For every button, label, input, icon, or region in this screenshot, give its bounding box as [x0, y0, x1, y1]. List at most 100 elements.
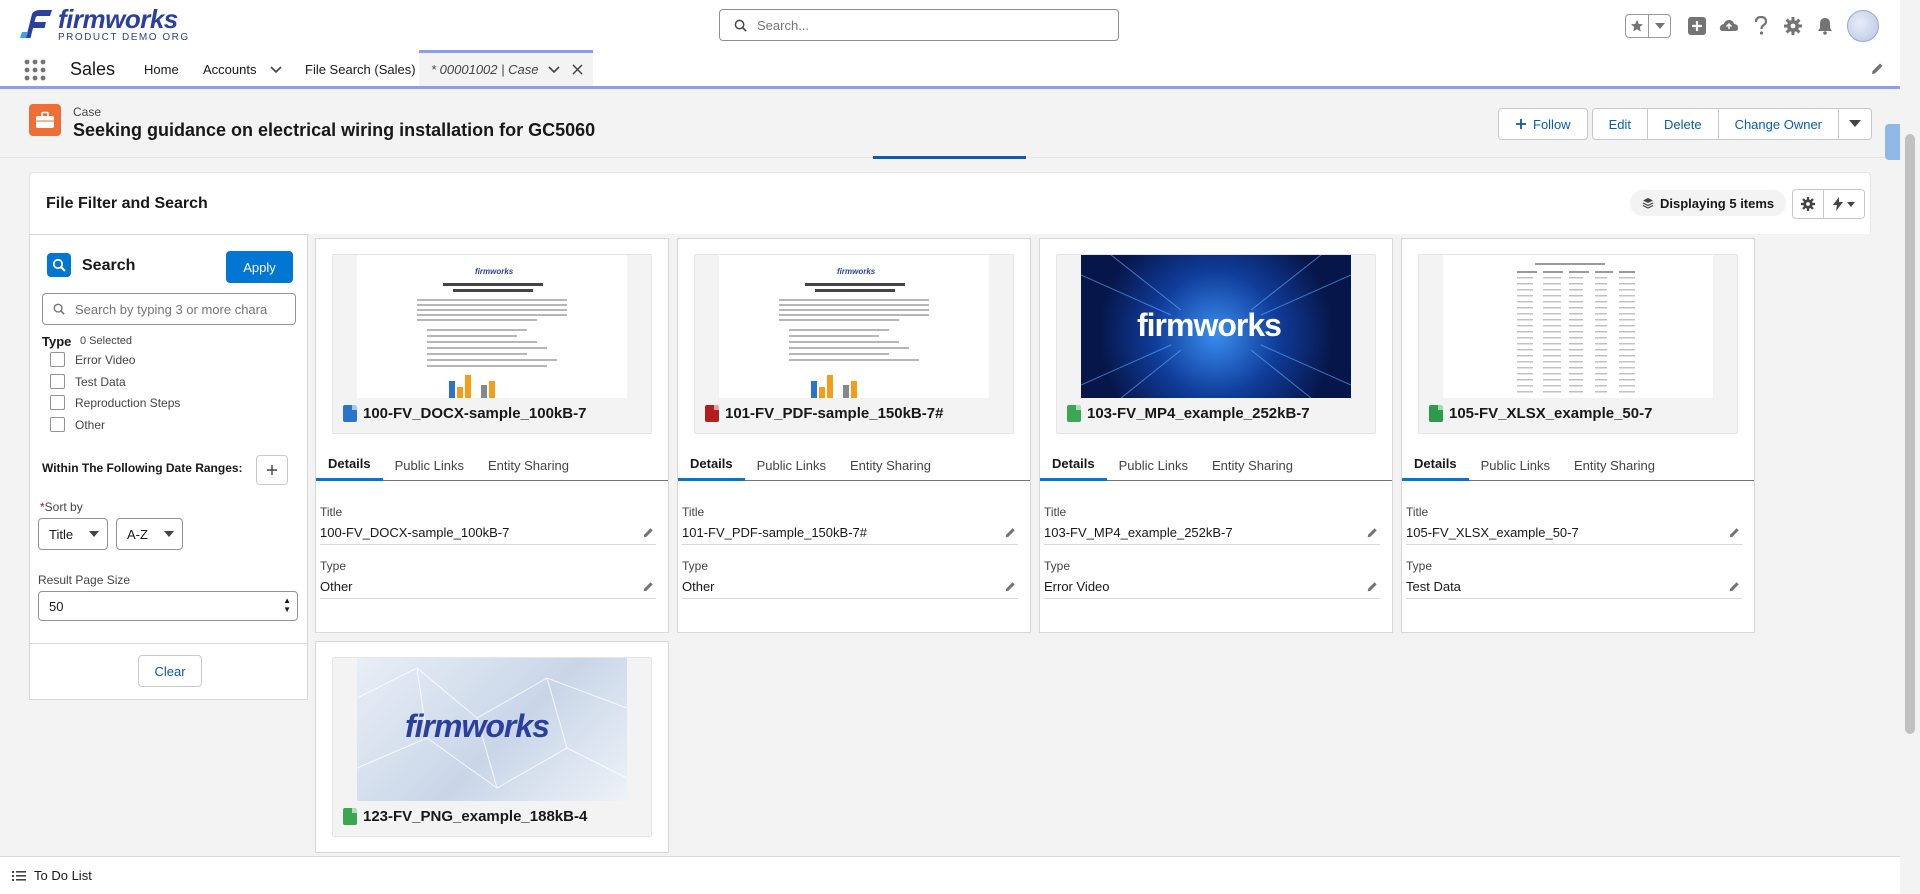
tab-entity-sharing[interactable]: Entity Sharing: [838, 449, 943, 481]
file-name-row[interactable]: 103-FV_MP4_example_252kB-7: [1067, 405, 1310, 422]
file-tabs: Details Public Links Entity Sharing: [1402, 449, 1754, 481]
help-icon[interactable]: [1745, 12, 1777, 40]
follow-button[interactable]: Follow: [1498, 108, 1588, 140]
nav-item-file-search[interactable]: File Search (Sales): [305, 62, 416, 77]
type-option-label: Error Video: [75, 352, 136, 367]
edit-pencil-icon[interactable]: [1004, 527, 1016, 539]
change-owner-button[interactable]: Change Owner: [1718, 108, 1840, 140]
tab-details[interactable]: Details: [316, 449, 383, 481]
chevron-down-icon[interactable]: [270, 65, 283, 74]
divider: [30, 643, 307, 644]
file-preview[interactable]: firmworks 101-FV_PDF-sample_150kB-7#: [694, 254, 1014, 434]
close-icon[interactable]: [572, 64, 583, 75]
image-thumbnail: firmworks: [357, 658, 627, 801]
spreadsheet-grid-graphic: [1517, 263, 1635, 393]
more-actions-button[interactable]: [1839, 108, 1873, 140]
quick-actions-button[interactable]: [1823, 189, 1865, 219]
checkbox[interactable]: [50, 417, 65, 432]
result-page-size-value: 50: [49, 598, 64, 614]
user-avatar[interactable]: [1847, 10, 1879, 42]
page-size-stepper[interactable]: ▲ ▼: [283, 596, 291, 614]
side-panel-toggle[interactable]: [1885, 124, 1900, 160]
tab-details[interactable]: Details: [1402, 449, 1469, 481]
file-name-row[interactable]: 100-FV_DOCX-sample_100kB-7: [343, 405, 586, 422]
edit-pencil-icon[interactable]: [642, 527, 654, 539]
file-preview[interactable]: firmworks 100-FV_DOCX-sample_100kB-7: [332, 254, 652, 434]
delete-button[interactable]: Delete: [1647, 108, 1719, 140]
type-option-error-video[interactable]: Error Video: [50, 352, 135, 367]
tab-entity-sharing[interactable]: Entity Sharing: [1200, 449, 1305, 481]
sort-by-label: *Sort by: [40, 500, 83, 514]
tab-details[interactable]: Details: [678, 449, 745, 481]
file-name-row[interactable]: 101-FV_PDF-sample_150kB-7#: [705, 405, 943, 422]
tab-label: * 00001002 | Case: [431, 62, 539, 77]
brand-logo[interactable]: firmworks PRODUCT DEMO ORG: [20, 6, 190, 43]
type-option-other[interactable]: Other: [50, 417, 105, 432]
result-page-size-input[interactable]: 50 ▲ ▼: [38, 591, 298, 621]
chevron-down-icon[interactable]: [548, 65, 560, 74]
edit-pencil-icon[interactable]: [1004, 581, 1016, 593]
tab-entity-sharing[interactable]: Entity Sharing: [1562, 449, 1667, 481]
title-field: 101-FV_PDF-sample_150kB-7#: [682, 525, 1018, 545]
tab-case-00001002[interactable]: * 00001002 | Case: [419, 50, 593, 86]
file-name-row[interactable]: 123-FV_PNG_example_188kB-4: [343, 808, 587, 825]
app-launcher-icon[interactable]: [24, 59, 46, 81]
gear-icon: [1801, 197, 1815, 211]
global-search-input[interactable]: [755, 16, 1095, 34]
tab-public-links[interactable]: Public Links: [745, 449, 838, 481]
layers-icon: [1642, 197, 1654, 209]
sort-order-select[interactable]: A-Z: [116, 518, 183, 550]
edit-button[interactable]: Edit: [1591, 108, 1648, 140]
favorites-dropdown-icon[interactable]: [1648, 15, 1670, 37]
nav-item-home[interactable]: Home: [144, 62, 179, 77]
filter-search-box[interactable]: [42, 293, 296, 325]
clear-button[interactable]: Clear: [138, 655, 202, 687]
trailhead-icon[interactable]: [1713, 12, 1745, 40]
tab-details[interactable]: Details: [1040, 449, 1107, 481]
file-card: firmworks 123-FV_PNG_example_188kB-4: [315, 641, 669, 853]
plus-icon: [267, 465, 277, 475]
file-preview[interactable]: 105-FV_XLSX_example_50-7: [1418, 254, 1738, 434]
filter-search-input[interactable]: [73, 300, 288, 318]
tab-public-links[interactable]: Public Links: [383, 449, 476, 481]
sort-field-select[interactable]: Title: [38, 518, 108, 550]
edit-pencil-icon[interactable]: [1366, 581, 1378, 593]
edit-pencil-icon[interactable]: [1366, 527, 1378, 539]
type-option-test-data[interactable]: Test Data: [50, 374, 126, 389]
plus-icon: [1516, 119, 1526, 129]
file-name-row[interactable]: 105-FV_XLSX_example_50-7: [1429, 405, 1652, 422]
chevron-down-icon: [1849, 120, 1862, 127]
setup-gear-icon[interactable]: [1777, 12, 1809, 40]
favorite-star-icon[interactable]: [1626, 15, 1648, 37]
page-scrollbar[interactable]: [1900, 124, 1920, 894]
tab-public-links[interactable]: Public Links: [1107, 449, 1200, 481]
apply-button[interactable]: Apply: [226, 251, 293, 283]
global-create-icon[interactable]: [1681, 12, 1713, 40]
xlsx-file-icon: [1429, 405, 1443, 422]
edit-pencil-icon[interactable]: [642, 581, 654, 593]
global-search-box[interactable]: [719, 9, 1119, 41]
file-name: 105-FV_XLSX_example_50-7: [1449, 405, 1653, 422]
checkbox[interactable]: [50, 352, 65, 367]
edit-pencil-icon[interactable]: [1728, 527, 1740, 539]
notifications-bell-icon[interactable]: [1809, 12, 1841, 40]
edit-nav-pencil-icon[interactable]: [1870, 62, 1884, 76]
title-field: 103-FV_MP4_example_252kB-7: [1044, 525, 1380, 545]
scrollbar-thumb[interactable]: [1905, 134, 1915, 734]
brand-subtitle: PRODUCT DEMO ORG: [58, 32, 190, 43]
file-name: 101-FV_PDF-sample_150kB-7#: [725, 405, 944, 422]
checkbox[interactable]: [50, 395, 65, 410]
type-option-reproduction-steps[interactable]: Reproduction Steps: [50, 395, 180, 410]
settings-button[interactable]: [1792, 189, 1824, 219]
edit-pencil-icon[interactable]: [1728, 581, 1740, 593]
checkbox[interactable]: [50, 374, 65, 389]
file-preview[interactable]: firmworks 103-FV_MP4_example_252kB-7: [1056, 254, 1376, 434]
file-preview[interactable]: firmworks 123-FV_PNG_example_188kB-4: [332, 657, 652, 837]
tab-public-links[interactable]: Public Links: [1469, 449, 1562, 481]
nav-item-accounts[interactable]: Accounts: [203, 62, 283, 77]
todo-list-item[interactable]: To Do List: [12, 868, 92, 883]
tab-entity-sharing[interactable]: Entity Sharing: [476, 449, 581, 481]
record-header: Case Seeking guidance on electrical wiri…: [0, 92, 1900, 158]
add-date-range-button[interactable]: [256, 455, 288, 485]
file-card: firmworks 101-FV_PDF-sample_150kB-7# Det…: [677, 238, 1031, 633]
